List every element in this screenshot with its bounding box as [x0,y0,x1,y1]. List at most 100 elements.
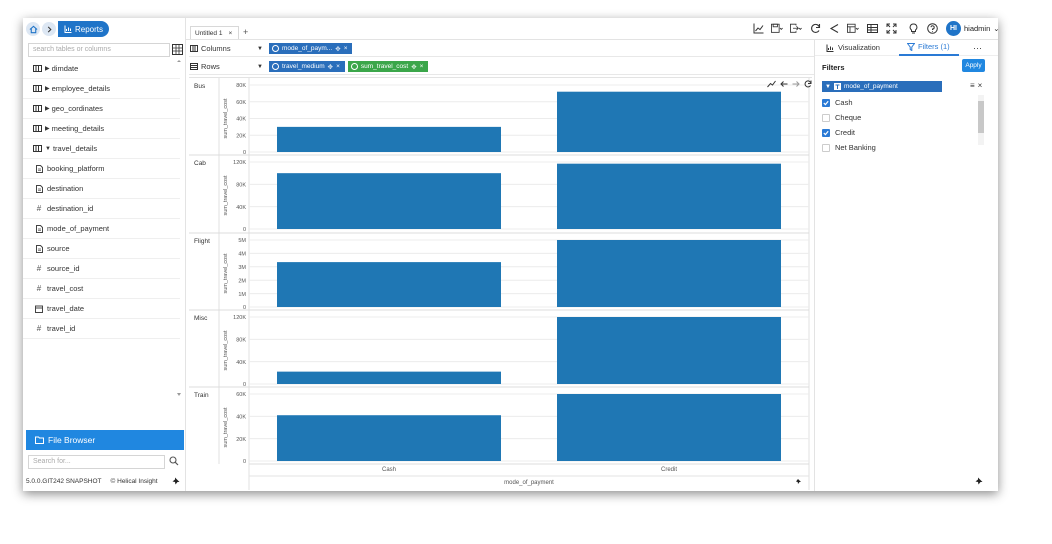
help-icon[interactable] [926,22,938,34]
filter-option[interactable]: Net Banking [822,140,984,155]
checkbox-checked[interactable] [822,98,830,107]
file-search-input[interactable]: Search for... [28,455,165,469]
caret-down-icon[interactable]: ▼ [45,146,51,152]
filter-header[interactable]: ▼ mode_of_payment [822,81,942,92]
layout-icon[interactable] [847,22,859,34]
reset-icon[interactable] [804,80,812,88]
table-item[interactable]: ▼ travel_details [23,139,180,159]
column-item[interactable]: # destination_id [23,199,180,219]
field-pill[interactable]: sum_travel_cost ✥ × [347,61,429,72]
search-icon[interactable] [169,456,179,466]
pin-icon[interactable] [172,477,180,485]
table-item[interactable]: ▶ meeting_details [23,119,180,139]
move-icon[interactable]: ✥ [335,45,340,53]
left-scrollbar[interactable] [176,60,182,397]
trend-icon[interactable] [767,80,776,88]
remove-icon[interactable]: × [420,63,424,70]
move-icon[interactable]: ✥ [328,63,333,71]
column-item[interactable]: travel_date [23,299,180,319]
bar[interactable] [557,394,781,461]
bar[interactable] [277,262,501,307]
y-tick-label: 0 [243,459,246,465]
home-icon[interactable] [26,22,40,36]
search-tables-input[interactable]: search tables or columns [28,43,170,57]
caret-right-icon[interactable]: ▶ [45,105,50,112]
column-item[interactable]: destination [23,179,180,199]
row-pills: travel_medium ✥ × sum_travel_cost ✥ × [269,61,431,72]
chart-panel: Cab 0 40K 80K 120K sum_travel_cost [189,154,809,233]
bar[interactable] [277,415,501,461]
save-icon[interactable] [771,22,783,34]
checkbox[interactable] [822,113,830,122]
caret-down-icon[interactable]: ▼ [257,64,265,70]
table-item[interactable]: ▶ geo_cordinates [23,99,180,119]
tab-untitled[interactable]: Untitled 1 × [190,26,239,39]
tab-visualization[interactable]: Visualization [815,40,899,56]
refresh-icon[interactable] [809,22,821,34]
apply-button[interactable]: Apply [962,59,985,72]
scroll-thumb[interactable] [978,101,984,133]
forward-arrow-icon[interactable] [792,80,800,88]
column-item[interactable]: booking_platform [23,159,180,179]
y-tick-label: 40K [236,415,246,421]
caret-right-icon[interactable]: ▶ [45,65,50,72]
filter-option[interactable]: Credit [822,125,984,140]
close-icon[interactable]: × [978,81,983,90]
filter-option[interactable]: Cash [822,95,984,110]
line-chart-icon[interactable] [752,22,764,34]
more-icon[interactable]: ··· [973,43,982,53]
column-item[interactable]: # travel_id [23,319,180,339]
user-menu[interactable]: HI hiadmin ⌄ [946,21,998,36]
caret-down-icon[interactable]: ▼ [257,46,265,52]
bar[interactable] [557,163,781,229]
bar[interactable] [557,91,781,152]
row-label: Cab [194,160,206,167]
bar[interactable] [277,126,501,152]
filter-scrollbar[interactable] [978,95,984,145]
username: hiadmin [964,24,991,33]
pin-icon[interactable] [796,479,801,484]
close-icon[interactable]: × [228,30,232,37]
column-label: mode_of_payment [47,224,110,233]
fullscreen-icon[interactable] [885,22,897,34]
bar[interactable] [277,371,501,384]
lightbulb-icon[interactable] [907,22,919,34]
column-item[interactable]: # travel_cost [23,279,180,299]
remove-icon[interactable]: × [336,63,340,70]
chevron-down-icon: ⌄ [993,24,998,33]
field-pill[interactable]: mode_of_paym... ✥ × [269,43,353,54]
reports-breadcrumb[interactable]: Reports [58,21,110,37]
table-view-icon[interactable] [866,22,878,34]
checkbox-checked[interactable] [822,128,830,137]
bar[interactable] [277,173,501,229]
table-item[interactable]: ▶ dimdate [23,59,180,79]
pill-label: sum_travel_cost [360,63,409,70]
y-tick-label: 40K [236,205,246,211]
filter-option[interactable]: Cheque [822,110,984,125]
caret-right-icon[interactable]: ▶ [45,125,50,132]
column-item[interactable]: mode_of_payment [23,219,180,239]
remove-icon[interactable]: × [344,45,348,52]
chevron-right-icon[interactable] [42,22,56,36]
back-arrow-icon[interactable] [780,80,788,88]
table-grid-icon[interactable] [172,44,184,56]
caret-right-icon[interactable]: ▶ [45,85,50,92]
column-item[interactable]: # source_id [23,259,180,279]
bar[interactable] [557,317,781,384]
pin-icon[interactable] [975,477,983,485]
file-browser-button[interactable]: File Browser [26,430,184,450]
add-tab-icon[interactable]: + [243,27,248,37]
move-icon[interactable]: ✥ [411,63,416,71]
share-icon[interactable] [828,22,840,34]
filters-title: Filters [822,63,845,72]
bar[interactable] [557,240,781,307]
avatar: HI [946,21,961,36]
field-pill[interactable]: travel_medium ✥ × [269,61,345,72]
checkbox[interactable] [822,143,830,152]
document-icon [34,224,44,233]
tab-filters[interactable]: Filters (1) [899,40,959,56]
menu-icon[interactable]: ≡ [970,81,975,90]
column-item[interactable]: source [23,239,180,259]
table-item[interactable]: ▶ employee_details [23,79,180,99]
export-icon[interactable] [790,22,802,34]
